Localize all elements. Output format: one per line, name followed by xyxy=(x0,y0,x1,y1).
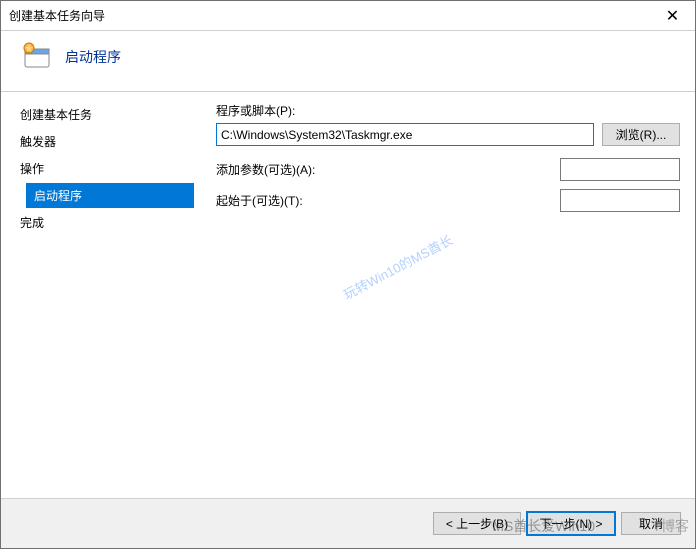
body: 玩转Win10的MS酋长 创建基本任务 触发器 操作 启动程序 完成 程序或脚本… xyxy=(1,92,695,498)
wizard-icon xyxy=(21,41,53,73)
wizard-window: 创建基本任务向导 ✕ 启动程序 玩转Win10的MS酋长 创建基本任务 触发器 … xyxy=(0,0,696,549)
close-icon: ✕ xyxy=(666,6,679,26)
sidebar-item-basic-task[interactable]: 创建基本任务 xyxy=(16,102,196,127)
sidebar-item-finish[interactable]: 完成 xyxy=(16,210,196,235)
window-title: 创建基本任务向导 xyxy=(9,7,105,24)
program-label: 程序或脚本(P): xyxy=(216,102,680,119)
sidebar-item-trigger[interactable]: 触发器 xyxy=(16,129,196,154)
args-label: 添加参数(可选)(A): xyxy=(216,161,552,178)
page-title: 启动程序 xyxy=(65,47,121,67)
footer: < 上一步(B) 下一步(N) > 取消 MS酋长爱Win10 T博客 xyxy=(1,498,695,548)
program-row: 浏览(R)... xyxy=(216,123,680,146)
sidebar-item-start-program[interactable]: 启动程序 xyxy=(26,183,194,208)
close-button[interactable]: ✕ xyxy=(650,1,695,30)
header: 启动程序 xyxy=(1,31,695,92)
sidebar-item-action[interactable]: 操作 xyxy=(16,156,196,181)
sidebar: 创建基本任务 触发器 操作 启动程序 完成 xyxy=(1,92,196,498)
next-button[interactable]: 下一步(N) > xyxy=(527,512,615,535)
args-input[interactable] xyxy=(560,158,680,181)
startin-row: 起始于(可选)(T): xyxy=(216,189,680,212)
back-button[interactable]: < 上一步(B) xyxy=(433,512,521,535)
program-input[interactable] xyxy=(216,123,594,146)
titlebar: 创建基本任务向导 ✕ xyxy=(1,1,695,31)
browse-button[interactable]: 浏览(R)... xyxy=(602,123,680,146)
cancel-button[interactable]: 取消 xyxy=(621,512,681,535)
startin-input[interactable] xyxy=(560,189,680,212)
startin-label: 起始于(可选)(T): xyxy=(216,192,552,209)
args-row: 添加参数(可选)(A): xyxy=(216,158,680,181)
content: 程序或脚本(P): 浏览(R)... 添加参数(可选)(A): 起始于(可选)(… xyxy=(196,92,695,498)
